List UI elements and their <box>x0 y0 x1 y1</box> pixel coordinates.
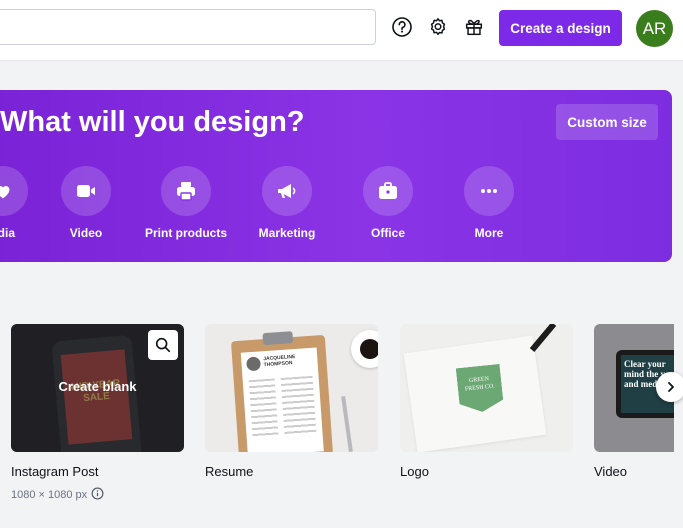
carousel-next-button[interactable] <box>656 372 683 402</box>
pen-image <box>529 324 557 352</box>
category-office[interactable]: Office <box>338 166 438 240</box>
gift-icon[interactable] <box>461 14 487 40</box>
template-card-instagram-post[interactable]: MID-YEAR SALE Create blank Instagram Pos… <box>11 324 184 503</box>
category-label: Print products <box>144 226 227 240</box>
template-card-logo[interactable]: GREEN FRESH CO. Logo <box>400 324 573 479</box>
top-bar: Create a design AR <box>0 0 683 61</box>
hero-banner: What will you design? Custom size edia V… <box>0 90 672 262</box>
hero-title: What will you design? <box>0 106 305 138</box>
printer-icon <box>161 166 211 216</box>
search-icon[interactable] <box>148 330 178 360</box>
logo-text: GREEN FRESH CO. <box>464 376 496 393</box>
category-marketing[interactable]: Marketing <box>237 166 337 240</box>
category-label: Marketing <box>258 226 316 240</box>
template-card-resume[interactable]: JACQUELINE THOMPSON Resume <box>205 324 378 479</box>
category-label: More <box>474 226 504 240</box>
card-title: Instagram Post <box>11 464 99 479</box>
category-label: Video <box>69 226 103 240</box>
megaphone-icon <box>262 166 312 216</box>
template-thumbnail[interactable]: GREEN FRESH CO. <box>400 324 573 452</box>
size-text: 1080 × 1080 px <box>11 489 88 501</box>
category-print-products[interactable]: Print products <box>136 166 236 240</box>
help-icon[interactable] <box>389 14 415 40</box>
custom-size-button[interactable]: Custom size <box>556 104 658 140</box>
template-thumbnail[interactable]: JACQUELINE THOMPSON <box>205 324 378 452</box>
info-icon[interactable] <box>91 487 104 503</box>
card-size: 1080 × 1080 px <box>11 487 184 503</box>
coffee-cup-image <box>351 330 378 368</box>
create-design-button[interactable]: Create a design <box>499 10 622 46</box>
resume-name-text: JACQUELINE THOMPSON <box>263 353 296 369</box>
category-label: Office <box>370 226 405 240</box>
search-input[interactable] <box>0 9 376 45</box>
chevron-right-icon <box>668 382 674 392</box>
clipboard-image: JACQUELINE THOMPSON <box>230 331 334 452</box>
video-camera-icon <box>61 166 111 216</box>
avatar[interactable]: AR <box>636 10 673 47</box>
create-blank-overlay[interactable]: Create blank <box>11 379 184 394</box>
card-title: Logo <box>400 464 429 479</box>
template-thumbnail[interactable]: MID-YEAR SALE Create blank <box>11 324 184 452</box>
card-title: Video <box>594 464 628 479</box>
card-title: Resume <box>205 464 254 479</box>
more-dots-icon <box>464 166 514 216</box>
category-video[interactable]: Video <box>36 166 136 240</box>
template-card-video[interactable]: Clear your mind the yoga and meditati Vi… <box>594 324 674 479</box>
briefcase-icon <box>363 166 413 216</box>
gear-icon[interactable] <box>425 14 451 40</box>
pen-image <box>341 395 353 452</box>
category-more[interactable]: More <box>439 166 539 240</box>
social-media-icon <box>0 166 28 216</box>
